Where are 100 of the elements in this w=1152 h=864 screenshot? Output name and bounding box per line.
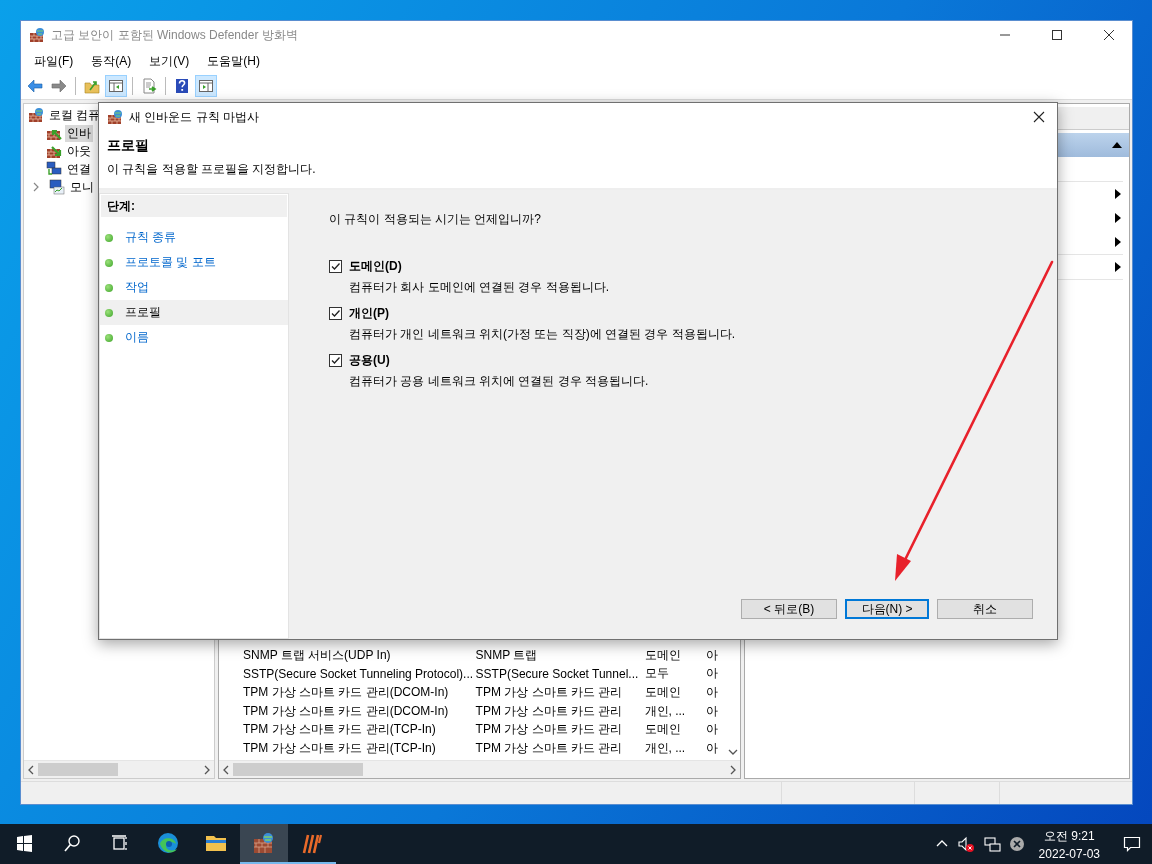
submenu-triangle-icon [1115, 213, 1121, 223]
horizontal-scrollbar[interactable] [219, 760, 740, 778]
table-cell-text: TPM 가상 스마트 카드 관리 [475, 721, 624, 739]
submenu-triangle-icon [1115, 262, 1121, 272]
dialog-button[interactable]: 다음(N) > [845, 599, 929, 619]
brick-wall-globe-icon [107, 109, 123, 125]
table-cell-text: TPM 가상 스마트 카드 관리 [475, 740, 624, 758]
option-description: 컴퓨터가 회사 도메인에 연결된 경우 적용됩니다. [349, 279, 610, 296]
wizard-step[interactable]: 규칙 종류 [100, 225, 288, 250]
show-actions-button[interactable] [195, 75, 217, 97]
question-text: 이 규칙이 적용되는 시기는 언제입니까? [329, 211, 542, 228]
brick-wall-globe-icon [28, 107, 44, 123]
status-button[interactable] [1008, 836, 1025, 852]
taskbar-app[interactable] [240, 824, 288, 864]
windows-logo-icon [15, 834, 33, 852]
network-icon [982, 836, 1001, 852]
tree-item[interactable]: 연결 [65, 160, 93, 178]
arrow-right-icon [51, 78, 67, 94]
checkbox[interactable] [329, 307, 342, 320]
table-cell-text: TPM 가상 스마트 카드 관리 [475, 702, 624, 720]
menu-item[interactable]: 보기(V) [140, 49, 199, 73]
table-cell-text: 도메인 [644, 721, 682, 739]
step-dot-icon [105, 283, 113, 292]
table-cell-text: TPM 가상 스마트 카드 관리(DCOM-In) [243, 702, 450, 720]
menu-item[interactable]: 도움말(H) [198, 49, 269, 73]
checkbox-label: 공용(U) [349, 352, 391, 369]
step-dot-icon [105, 333, 113, 342]
table-cell-text: TPM 가상 스마트 카드 관리(DCOM-In) [243, 684, 450, 702]
table-cell-text: TPM 가상 스마트 카드 관리(TCP-In) [243, 740, 437, 758]
brick-wall-globe-icon [252, 831, 276, 855]
table-cell-text: 아 [706, 740, 720, 758]
submenu-triangle-icon [1115, 237, 1121, 247]
dialog-title: 새 인바운드 규칙 마법사 [129, 108, 260, 126]
table-cell-text: SSTP(Secure Socket Tunnel... [475, 666, 640, 681]
computers-icon [46, 161, 62, 177]
table-cell-text: 아 [706, 702, 720, 720]
scroll-down-icon [728, 748, 738, 756]
table-cell-text: 도메인 [644, 684, 682, 702]
monitor-chart-icon [49, 179, 65, 195]
clock-date: 2022-07-03 [1038, 846, 1100, 861]
tree-item[interactable]: 인바 [65, 124, 93, 142]
table-cell-text: 모두 [644, 665, 670, 683]
search-icon [63, 834, 81, 852]
volume-button[interactable] [956, 836, 975, 852]
wizard-step[interactable]: 이름 [100, 325, 288, 350]
close-circle-icon [1008, 836, 1025, 852]
network-button[interactable] [982, 836, 1001, 852]
table-cell-text: 아 [706, 646, 720, 664]
maximize-icon [1050, 29, 1064, 41]
close-icon [1033, 111, 1045, 123]
task-view-icon [111, 834, 129, 852]
table-cell-text: 개인, ... [644, 740, 687, 758]
step-dot-icon [105, 308, 113, 317]
window-title: 고급 보안이 포함된 Windows Defender 방화벽 [51, 26, 299, 44]
page-heading: 프로필 [107, 137, 150, 155]
menu-item[interactable]: 파일(F) [25, 49, 83, 73]
clock-time: 오전 9:21 [1043, 827, 1095, 845]
table-cell-text: 아 [706, 721, 720, 739]
dialog-button[interactable]: 취소 [937, 599, 1033, 619]
option-description: 컴퓨터가 공용 네트워크 위치에 연결된 경우 적용됩니다. [349, 373, 650, 390]
step-dot-icon [105, 233, 113, 242]
table-cell-text: SNMP 트랩 서비스(UDP In) [243, 646, 392, 664]
show-tree-button[interactable] [105, 75, 127, 97]
dialog-button[interactable]: < 뒤로(B) [741, 599, 837, 619]
checkbox[interactable] [329, 260, 342, 273]
horizontal-scrollbar[interactable] [24, 760, 214, 778]
brick-wall-globe-icon [29, 27, 45, 43]
table-cell-text: 개인, ... [644, 702, 687, 720]
wizard-step[interactable]: 프로토콜 및 포트 [100, 250, 288, 275]
speaker-muted-icon [956, 836, 975, 852]
menu-item[interactable]: 동작(A) [82, 49, 141, 73]
checkbox[interactable] [329, 354, 342, 367]
tree-item[interactable]: 로컬 컴퓨 [47, 106, 103, 124]
wizard-step[interactable]: 프로필 [100, 300, 288, 325]
submenu-triangle-icon [1115, 189, 1121, 199]
table-cell-text: TPM 가상 스마트 카드 관리(TCP-In) [243, 721, 437, 739]
steps-heading: 단계: [101, 195, 287, 217]
document-arrow-icon [141, 78, 157, 94]
wall-arrow-icon [46, 143, 62, 159]
table-cell-text: 아 [706, 665, 720, 683]
table-cell-text: 도메인 [644, 646, 682, 664]
help-icon [174, 78, 190, 94]
close-icon [1102, 29, 1116, 41]
collapse-triangle-icon [1111, 141, 1123, 149]
checkbox-label: 개인(P) [349, 305, 390, 322]
panel-right-icon [198, 78, 214, 94]
page-subtitle: 이 규칙을 적용할 프로필을 지정합니다. [107, 161, 317, 178]
checkbox-label: 도메인(D) [349, 258, 403, 275]
wizard-step[interactable]: 작업 [100, 275, 288, 300]
tree-item[interactable]: 아웃 [65, 142, 93, 160]
folder-up-icon [84, 78, 100, 94]
table-cell-text: TPM 가상 스마트 카드 관리 [475, 684, 624, 702]
table-cell-text: SSTP(Secure Socket Tunneling Protocol)... [243, 666, 475, 681]
arrow-left-icon [27, 78, 43, 94]
speech-bubble-icon [1123, 835, 1141, 853]
clock[interactable]: 오전 9:21 2022-07-03 [1032, 827, 1106, 861]
tree-item[interactable]: 모니 [68, 178, 96, 196]
table-cell-text: 아 [706, 684, 720, 702]
step-dot-icon [105, 258, 113, 267]
panel-left-icon [108, 78, 124, 94]
